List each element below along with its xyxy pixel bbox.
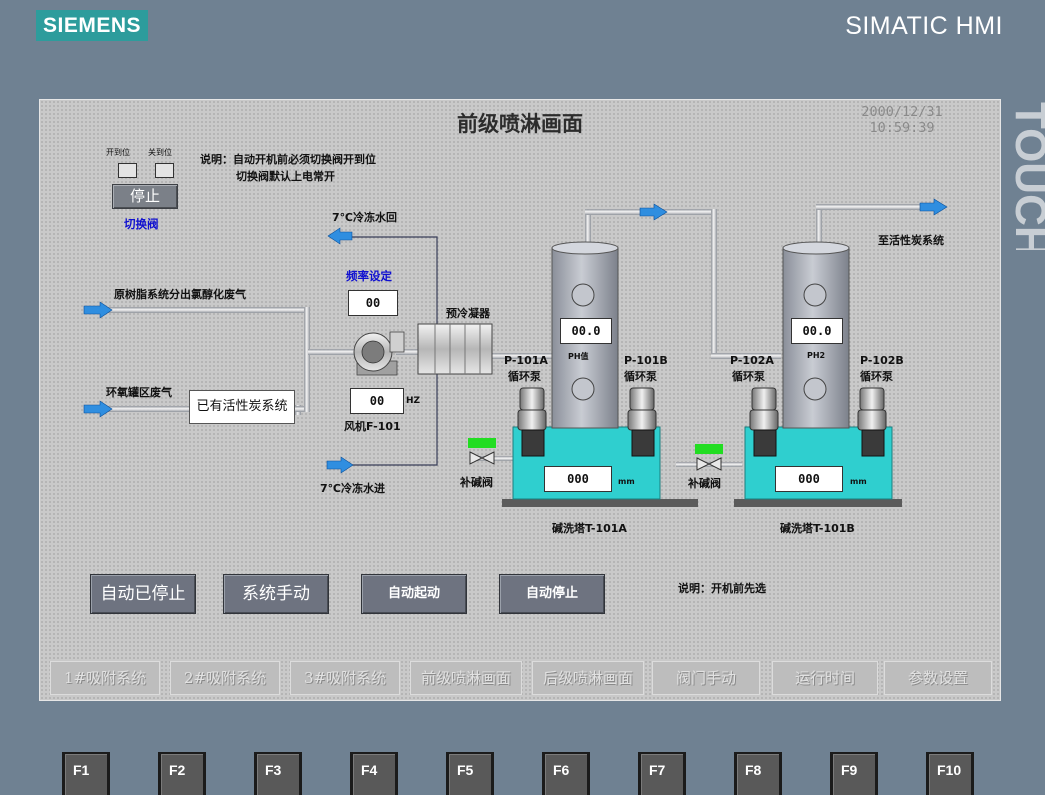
open-position-label: 开到位 [106, 148, 130, 157]
tower-a-level-display: 000 [544, 466, 612, 492]
frequency-setting-label: 频率设定 [346, 269, 392, 283]
source-gas-pipe [100, 307, 308, 313]
nav-post-spray[interactable]: 后级喷淋画面 [532, 661, 644, 695]
to-carbon-system-label: 至活性炭系统 [878, 234, 944, 247]
touch-label: TOUCH [1006, 102, 1045, 250]
nav-pre-spray[interactable]: 前级喷淋画面 [410, 661, 522, 695]
close-position-indicator [155, 163, 174, 178]
pump-p102b-label: P-102B [860, 354, 904, 367]
epoxy-gas-pipe [100, 406, 190, 412]
nav-valve-manual[interactable]: 阀门手动 [652, 661, 760, 695]
ph2-label: PH2 [807, 351, 826, 360]
pump-p101b-label: P-101B [624, 354, 668, 367]
carbon-system-box: 已有活性炭系统 [189, 390, 295, 424]
fan-label: 风机F-101 [344, 420, 401, 433]
pump-p101a-desc: 循环泵 [508, 370, 541, 383]
epoxy-gas-label: 环氧罐区废气 [106, 386, 172, 399]
pump-icon [627, 387, 657, 457]
nav-adsorption-1[interactable]: 1#吸附系统 [50, 661, 160, 695]
note-line-1: 说明：自动开机前必须切换阀开到位 [200, 153, 376, 166]
open-position-indicator [118, 163, 137, 178]
fkey-f4[interactable]: F4 [350, 752, 398, 795]
screen-nav-bar: 1#吸附系统 2#吸附系统 3#吸附系统 前级喷淋画面 后级喷淋画面 阀门手动 … [46, 661, 994, 697]
cold-water-in-label: 7℃冷冻水进 [320, 482, 385, 495]
system-manual-button[interactable]: 系统手动 [223, 574, 329, 614]
nav-adsorption-3[interactable]: 3#吸附系统 [290, 661, 400, 695]
auto-start-button[interactable]: 自动起动 [361, 574, 467, 614]
note-line-2: 切换阀默认上电常开 [236, 170, 335, 183]
fan-frequency-display: 00 [350, 388, 404, 414]
switch-valve-label: 切换阀 [124, 217, 159, 231]
flow-arrow-icon [327, 227, 353, 245]
switch-valve-stop-button[interactable]: 停止 [112, 184, 178, 209]
fkey-f7[interactable]: F7 [638, 752, 686, 795]
ph1-display: 00.0 [560, 318, 612, 344]
pump-p102a-desc: 循环泵 [732, 370, 765, 383]
tower-a-base-plate [502, 499, 698, 507]
nav-run-time[interactable]: 运行时间 [772, 661, 878, 695]
nav-adsorption-2[interactable]: 2#吸附系统 [170, 661, 280, 695]
fkey-f2[interactable]: F2 [158, 752, 206, 795]
hmi-screen: 前级喷淋画面 2000/12/31 10:59:39 开到位 关到位 停止 切换… [39, 99, 1001, 701]
fkey-f6[interactable]: F6 [542, 752, 590, 795]
alkali-valve-b-label: 补碱阀 [688, 477, 721, 490]
pump-p102b-desc: 循环泵 [860, 370, 893, 383]
fkey-f8[interactable]: F8 [734, 752, 782, 795]
close-position-label: 关到位 [148, 148, 172, 157]
auto-status-button[interactable]: 自动已停止 [90, 574, 196, 614]
tower-b-label: 碱洗塔T-101B [780, 522, 855, 535]
product-name: SIMATIC HMI [845, 12, 1003, 40]
pump-icon [749, 387, 779, 457]
ph2-display: 00.0 [791, 318, 843, 344]
tower-b-level-unit: mm [850, 477, 867, 486]
precooler-label: 预冷凝器 [446, 307, 490, 320]
tower-a-label: 碱洗塔T-101A [552, 522, 627, 535]
precooler-icon [417, 323, 493, 375]
flow-arrow-icon [83, 400, 113, 418]
tower-b-base-plate [734, 499, 902, 507]
fkey-f3[interactable]: F3 [254, 752, 302, 795]
fkey-f5[interactable]: F5 [446, 752, 494, 795]
flow-arrow-icon [83, 301, 113, 319]
tower-b-level-display: 000 [775, 466, 843, 492]
fkey-f1[interactable]: F1 [62, 752, 110, 795]
pump-p101b-desc: 循环泵 [624, 370, 657, 383]
ph1-label: PH值 [568, 352, 589, 361]
siemens-logo: SIEMENS [36, 10, 148, 41]
frequency-setpoint-input[interactable]: 00 [348, 290, 398, 316]
source-gas-label: 原树脂系统分出氯醇化废气 [114, 288, 246, 301]
flow-arrow-icon [639, 203, 668, 221]
note-bottom: 说明：开机前先选 [678, 582, 766, 595]
fkey-f9[interactable]: F9 [830, 752, 878, 795]
nav-parameters[interactable]: 参数设置 [884, 661, 992, 695]
tower-a-level-unit: mm [618, 477, 635, 486]
flow-arrow-icon [326, 456, 354, 474]
alkali-valve-a-label: 补碱阀 [460, 476, 493, 489]
flow-arrow-icon [919, 198, 948, 216]
pump-icon [517, 387, 547, 457]
pump-p101a-label: P-101A [504, 354, 548, 367]
pump-icon [857, 387, 887, 457]
auto-stop-button[interactable]: 自动停止 [499, 574, 605, 614]
hz-unit: HZ [406, 396, 421, 406]
cold-water-return-label: 7℃冷冻水回 [332, 211, 397, 224]
pump-p102a-label: P-102A [730, 354, 774, 367]
fkey-f10[interactable]: F10 [926, 752, 974, 795]
